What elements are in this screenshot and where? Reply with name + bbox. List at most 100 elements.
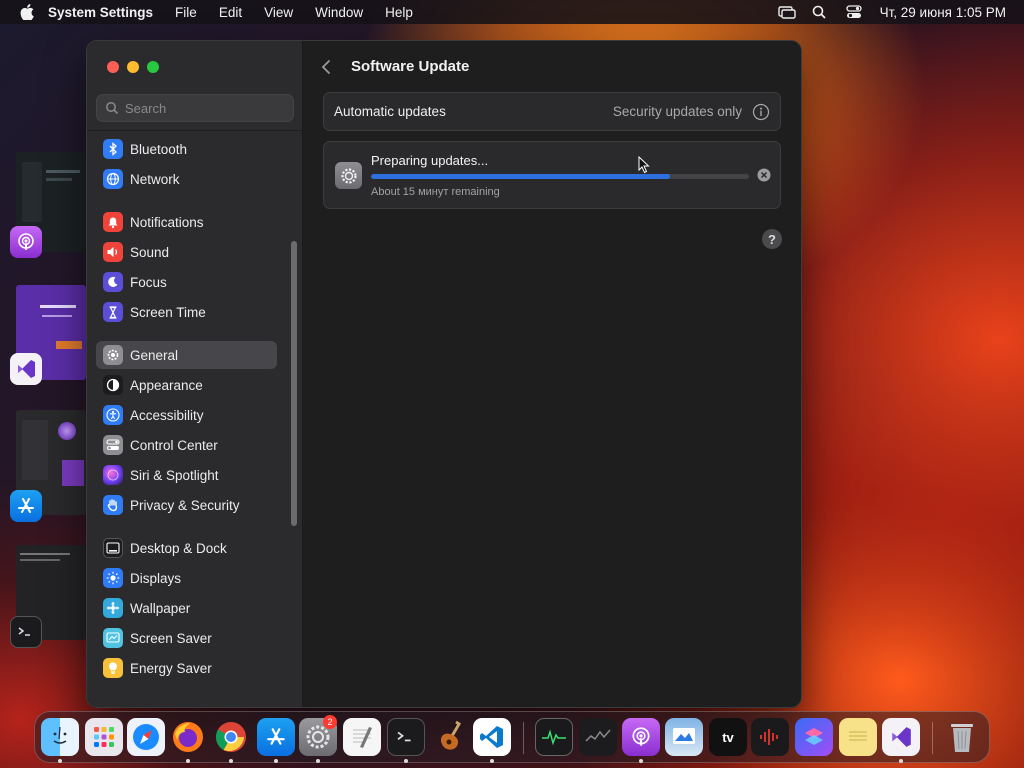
- sidebar-item-focus[interactable]: Focus: [96, 268, 277, 296]
- menu-app-name[interactable]: System Settings: [48, 5, 153, 20]
- menu-edit[interactable]: Edit: [219, 5, 242, 20]
- podcasts-icon[interactable]: [10, 226, 42, 258]
- sidebar-item-label: Desktop & Dock: [130, 540, 227, 556]
- firefox-icon[interactable]: [169, 718, 207, 756]
- textedit-icon[interactable]: [343, 718, 381, 756]
- stickies-icon[interactable]: [839, 718, 877, 756]
- dock: 2 tv: [34, 711, 990, 763]
- sidebar-item-label: Sound: [130, 244, 170, 260]
- zoom-button[interactable]: [147, 61, 159, 73]
- stocks-icon[interactable]: [579, 718, 617, 756]
- sidebar-item-label: Control Center: [130, 437, 218, 453]
- chevron-left-icon: [321, 60, 330, 74]
- running-indicator: [229, 759, 233, 763]
- menu-clock[interactable]: Чт, 29 июня 1:05 PM: [880, 5, 1006, 20]
- screen-mirroring-icon[interactable]: [777, 5, 796, 19]
- sidebar-item-label: Network: [130, 171, 180, 187]
- running-indicator: [186, 759, 190, 763]
- page-title: Software Update: [351, 58, 470, 75]
- spotlight-search-icon[interactable]: [812, 5, 830, 19]
- minimize-button[interactable]: [127, 61, 139, 73]
- sidebar-item-network[interactable]: Network: [96, 165, 277, 193]
- visual-studio-icon[interactable]: [882, 718, 920, 756]
- menu-help[interactable]: Help: [385, 5, 413, 20]
- activity-monitor-icon[interactable]: [535, 718, 573, 756]
- system-settings-window: Bluetooth Network Notifications Sound: [86, 40, 802, 708]
- app-store-icon[interactable]: [10, 490, 42, 522]
- sidebar-item-desktop-dock[interactable]: Desktop & Dock: [96, 534, 277, 562]
- shortcuts-icon[interactable]: [795, 718, 833, 756]
- apple-tv-icon[interactable]: tv: [709, 718, 747, 756]
- visual-studio-icon[interactable]: [10, 353, 42, 385]
- dock-icon: [103, 538, 123, 558]
- automatic-updates-row: Automatic updates Security updates only: [323, 92, 781, 131]
- sidebar-item-wallpaper[interactable]: Wallpaper: [96, 594, 277, 622]
- sidebar-item-screen-time[interactable]: Screen Time: [96, 298, 277, 326]
- info-icon[interactable]: [752, 103, 770, 121]
- running-indicator: [404, 759, 408, 763]
- chrome-icon[interactable]: [212, 718, 250, 756]
- apple-tv-label: tv: [722, 729, 734, 745]
- control-center-icon[interactable]: [845, 5, 864, 19]
- finder-icon[interactable]: [41, 718, 79, 756]
- menu-file[interactable]: File: [175, 5, 197, 20]
- bluetooth-icon: [103, 139, 123, 159]
- globe-icon: [103, 169, 123, 189]
- app-store-icon[interactable]: [257, 718, 295, 756]
- sidebar-item-label: Screen Saver: [130, 630, 212, 646]
- running-indicator: [639, 759, 643, 763]
- sidebar-item-label: Energy Saver: [130, 660, 212, 676]
- gear-icon: [103, 345, 123, 365]
- sidebar-item-displays[interactable]: Displays: [96, 564, 277, 592]
- accessibility-icon: [103, 405, 123, 425]
- trash-icon[interactable]: [943, 718, 981, 756]
- preview-icon[interactable]: [665, 718, 703, 756]
- terminal-icon[interactable]: [387, 718, 425, 756]
- wallpaper-icon: [103, 598, 123, 618]
- screensaver-icon: [103, 628, 123, 648]
- sidebar-item-siri-spotlight[interactable]: Siri & Spotlight: [96, 461, 277, 489]
- apple-logo-icon[interactable]: [20, 4, 34, 20]
- sidebar-item-sound[interactable]: Sound: [96, 238, 277, 266]
- back-button[interactable]: [321, 58, 337, 76]
- appearance-icon: [103, 375, 123, 395]
- sidebar-item-privacy-security[interactable]: Privacy & Security: [96, 491, 277, 519]
- update-progress-card: Preparing updates... About 15 минут rema…: [323, 141, 781, 209]
- sidebar-scrollbar[interactable]: [291, 241, 297, 526]
- dock-separator: [523, 722, 524, 754]
- terminal-icon[interactable]: [10, 616, 42, 648]
- moon-icon: [103, 272, 123, 292]
- running-indicator: [274, 759, 278, 763]
- menu-window[interactable]: Window: [315, 5, 363, 20]
- sidebar-item-bluetooth[interactable]: Bluetooth: [96, 135, 277, 163]
- sidebar-item-control-center[interactable]: Control Center: [96, 431, 277, 459]
- sidebar-item-general[interactable]: General: [96, 341, 277, 369]
- voice-memos-icon[interactable]: [751, 718, 789, 756]
- sidebar-item-label: Siri & Spotlight: [130, 467, 219, 483]
- podcasts-icon[interactable]: [622, 718, 660, 756]
- search-field[interactable]: [96, 94, 294, 122]
- help-button[interactable]: ?: [762, 229, 782, 249]
- vscode-icon[interactable]: [473, 718, 511, 756]
- close-button[interactable]: [107, 61, 119, 73]
- bulb-icon: [103, 658, 123, 678]
- progress-fill: [371, 174, 670, 179]
- toggles-icon: [103, 435, 123, 455]
- cancel-update-icon[interactable]: [757, 168, 771, 182]
- menu-view[interactable]: View: [264, 5, 293, 20]
- progress-subtitle: About 15 минут remaining: [371, 186, 500, 198]
- sidebar-item-accessibility[interactable]: Accessibility: [96, 401, 277, 429]
- launchpad-icon[interactable]: [85, 718, 123, 756]
- sidebar-item-notifications[interactable]: Notifications: [96, 208, 277, 236]
- automatic-updates-value: Security updates only: [612, 104, 742, 119]
- sidebar-item-screen-saver[interactable]: Screen Saver: [96, 624, 277, 652]
- garageband-icon[interactable]: [431, 718, 469, 756]
- automatic-updates-label: Automatic updates: [334, 104, 446, 119]
- running-indicator: [316, 759, 320, 763]
- sidebar-item-label: Appearance: [130, 377, 203, 393]
- safari-icon[interactable]: [127, 718, 165, 756]
- sidebar-item-appearance[interactable]: Appearance: [96, 371, 277, 399]
- search-input[interactable]: [125, 100, 285, 116]
- content-pane: Software Update Automatic updates Securi…: [303, 41, 801, 707]
- sidebar-item-energy-saver[interactable]: Energy Saver: [96, 654, 277, 682]
